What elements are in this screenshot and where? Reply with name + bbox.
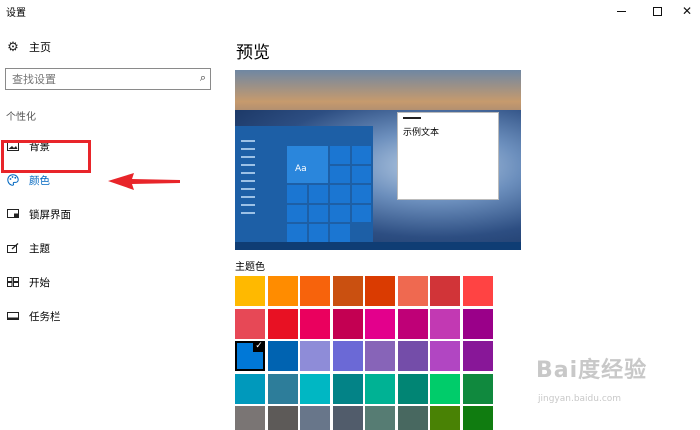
sidebar-item-label: 锁屏界面 xyxy=(29,208,71,221)
sidebar-item-label: 任务栏 xyxy=(29,310,61,323)
sidebar-item-themes[interactable]: 主题 xyxy=(0,236,218,260)
color-swatch[interactable] xyxy=(300,406,330,430)
preview-sky xyxy=(235,70,521,115)
watermark-main: Bai度经验 xyxy=(536,358,648,383)
start-icon xyxy=(6,276,20,288)
color-swatch[interactable] xyxy=(267,373,298,404)
title-bar: 设置 ✕ xyxy=(0,0,700,22)
theme-preview: Aa 示例文本 xyxy=(235,70,521,250)
color-swatch[interactable] xyxy=(430,276,460,306)
preview-window-text: 示例文本 xyxy=(403,128,440,138)
sidebar-item-label: 颜色 xyxy=(29,174,50,187)
preview-tiles: Aa xyxy=(287,146,371,242)
maximize-button[interactable] xyxy=(640,0,674,22)
color-swatch[interactable] xyxy=(332,276,363,306)
color-swatch[interactable] xyxy=(300,341,330,371)
color-swatch[interactable] xyxy=(267,276,298,306)
theme-icon xyxy=(6,242,20,254)
color-swatch[interactable] xyxy=(267,341,298,371)
search-box[interactable]: ⌕ xyxy=(5,68,211,90)
preview-taskbar xyxy=(235,242,521,250)
color-swatch[interactable] xyxy=(235,276,265,306)
preview-start-rail xyxy=(241,140,257,230)
sidebar-item-label: 主题 xyxy=(29,242,50,255)
color-swatch[interactable] xyxy=(235,406,265,430)
color-swatch[interactable]: ✓ xyxy=(235,341,265,371)
sidebar-item-lock-screen[interactable]: 锁屏界面 xyxy=(0,202,218,226)
color-swatch[interactable] xyxy=(462,341,493,371)
color-swatch[interactable] xyxy=(300,373,330,404)
sidebar-item-label: 开始 xyxy=(29,276,50,289)
color-swatch-grid: ✓ xyxy=(235,276,493,430)
preview-window: 示例文本 xyxy=(397,112,499,200)
color-swatch[interactable] xyxy=(397,308,428,339)
sidebar: ⚙ 主页 ⌕ 个性化 背景 颜色 锁屏界面 主题 开始 xyxy=(0,22,218,430)
sidebar-item-taskbar[interactable]: 任务栏 xyxy=(0,304,218,328)
preview-tile-text: Aa xyxy=(295,164,307,174)
sidebar-item-start[interactable]: 开始 xyxy=(0,270,218,294)
checkmark-icon: ✓ xyxy=(253,341,265,352)
search-input[interactable] xyxy=(6,69,186,89)
color-swatch[interactable] xyxy=(300,276,330,306)
color-swatch[interactable] xyxy=(430,406,460,430)
color-swatch[interactable] xyxy=(365,373,395,404)
color-swatch[interactable] xyxy=(462,406,493,430)
watermark-sub: jingyan.baidu.com xyxy=(538,394,622,404)
color-swatch[interactable] xyxy=(397,276,428,306)
color-swatch[interactable] xyxy=(365,276,395,306)
minimize-button[interactable] xyxy=(604,0,638,22)
palette-icon xyxy=(6,174,20,186)
color-swatch[interactable] xyxy=(332,406,363,430)
home-label: 主页 xyxy=(29,41,51,54)
watermark: Bai度经验 jingyan.baidu.com xyxy=(536,352,700,412)
color-swatch[interactable] xyxy=(300,308,330,339)
close-icon: ✕ xyxy=(681,4,693,18)
color-swatch[interactable] xyxy=(430,341,460,371)
color-swatch[interactable] xyxy=(430,373,460,404)
color-swatch[interactable] xyxy=(365,341,395,371)
color-swatch[interactable] xyxy=(365,406,395,430)
color-swatch[interactable] xyxy=(332,373,363,404)
color-swatch[interactable] xyxy=(397,373,428,404)
color-swatch[interactable] xyxy=(462,373,493,404)
page-title: 预览 xyxy=(236,43,270,63)
color-swatch[interactable] xyxy=(365,308,395,339)
window-title: 设置 xyxy=(6,8,26,19)
color-swatch[interactable] xyxy=(267,406,298,430)
color-swatch[interactable] xyxy=(235,308,265,339)
color-swatch[interactable] xyxy=(462,276,493,306)
color-swatch[interactable] xyxy=(332,341,363,371)
taskbar-icon xyxy=(6,310,20,322)
color-swatch[interactable] xyxy=(430,308,460,339)
arrow-annotation-icon xyxy=(108,173,180,190)
section-label: 个性化 xyxy=(6,112,36,123)
color-swatch[interactable] xyxy=(397,341,428,371)
color-swatch[interactable] xyxy=(462,308,493,339)
highlight-annotation xyxy=(1,140,91,173)
color-swatch[interactable] xyxy=(267,308,298,339)
gear-icon: ⚙ xyxy=(7,39,19,55)
preview-window-bar xyxy=(403,117,421,119)
minimize-icon xyxy=(616,10,626,12)
color-swatch[interactable] xyxy=(332,308,363,339)
search-icon[interactable]: ⌕ xyxy=(200,71,206,85)
preview-tile-large: Aa xyxy=(287,146,328,184)
sidebar-home[interactable]: ⚙ 主页 xyxy=(6,36,51,58)
theme-colors-label: 主题色 xyxy=(235,262,265,273)
lock-screen-icon xyxy=(6,208,20,220)
color-swatch[interactable] xyxy=(235,373,265,404)
color-swatch[interactable] xyxy=(397,406,428,430)
maximize-icon xyxy=(652,6,662,16)
close-button[interactable]: ✕ xyxy=(670,0,700,22)
